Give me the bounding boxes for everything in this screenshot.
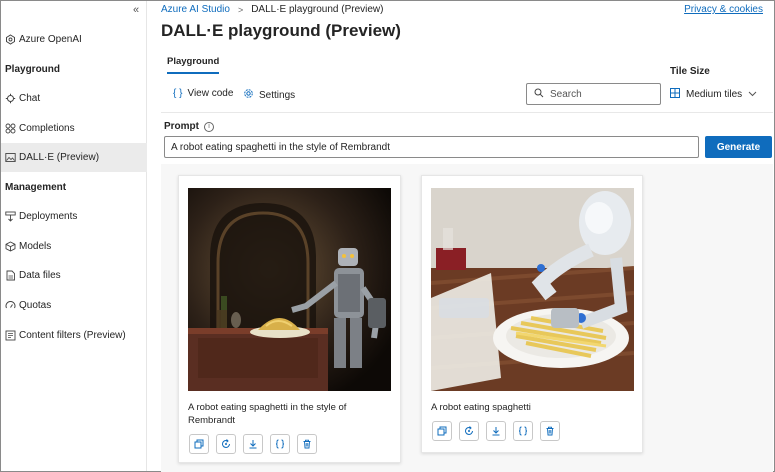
view-code-button[interactable]: { } View code [173,88,233,99]
breadcrumb: Azure AI Studio > DALL·E playground (Pre… [161,4,383,15]
code-icon[interactable] [270,434,290,454]
sidebar-item-completions[interactable]: Completions [1,114,147,143]
sidebar-item-dalle[interactable]: DALL·E (Preview) [1,143,147,172]
sidebar-item-label: Models [19,241,52,252]
code-braces-icon: { } [173,88,183,99]
breadcrumb-current: DALL·E playground (Preview) [251,4,384,15]
tile-size-value: Medium tiles [686,89,743,100]
sidebar-item-models[interactable]: Models [1,232,147,261]
sidebar-section-label: Playground [5,64,61,75]
tile-size-dropdown[interactable]: Medium tiles [670,88,757,101]
deployments-icon [5,211,16,222]
download-icon[interactable] [486,421,506,441]
search-box[interactable] [526,83,661,105]
collapse-sidebar-button[interactable]: « [133,4,139,16]
code-icon[interactable] [513,421,533,441]
search-input[interactable] [550,88,650,100]
azure-openai-icon [5,34,16,45]
card-actions [432,421,567,441]
sidebar-item-label: Deployments [19,211,78,222]
sidebar-section-label: Management [5,182,67,193]
regenerate-icon[interactable] [459,421,479,441]
chat-icon [5,93,16,104]
gear-icon [243,88,254,102]
sidebar-item-deployments[interactable]: Deployments [1,202,147,231]
tile-size-label: Tile Size [670,66,710,77]
quotas-icon [5,300,16,311]
completions-icon [5,123,16,134]
robot-rembrandt-image[interactable] [188,188,391,391]
page-title: DALL·E playground (Preview) [161,21,401,40]
sidebar-item-label: Chat [19,93,41,104]
sidebar-item-content-filters[interactable]: Content filters (Preview) [1,321,147,350]
settings-button[interactable]: Settings [243,88,295,102]
content-filters-icon [5,330,16,341]
sidebar-item-label: Data files [19,270,61,281]
sidebar-section-playground: Playground [1,55,147,84]
sidebar-item-chat[interactable]: Chat [1,84,147,113]
data-files-icon [5,270,16,281]
regenerate-icon[interactable] [216,434,236,454]
sidebar-section-management: Management [1,173,147,202]
robot-spaghetti-image[interactable] [431,188,634,391]
result-card: A robot eating spaghetti [421,175,643,453]
sidebar-item-label: Content filters (Preview) [19,330,126,341]
prompt-label: Prompt i [164,121,214,132]
sidebar-item-label: Azure OpenAI [19,34,82,45]
copy-icon[interactable] [432,421,452,441]
result-caption: A robot eating spaghetti in the style of… [188,402,347,426]
download-icon[interactable] [243,434,263,454]
toolbar-divider [161,112,773,113]
view-code-label: View code [187,88,234,99]
sidebar-item-azure-openai[interactable]: Azure OpenAI [1,25,147,54]
result-card: A robot eating spaghetti in the style of… [178,175,401,463]
chevron-down-icon [748,89,757,100]
card-actions [189,434,324,454]
dalle-icon [5,152,16,163]
info-icon[interactable]: i [204,121,214,132]
sidebar-item-quotas[interactable]: Quotas [1,291,147,320]
search-icon [534,88,544,101]
sidebar-item-label: Completions [19,123,75,134]
privacy-cookies-link[interactable]: Privacy & cookies [684,4,763,15]
breadcrumb-azure-ai-studio[interactable]: Azure AI Studio [161,4,230,15]
sidebar-item-label: Quotas [19,300,52,311]
breadcrumb-separator: > [237,4,244,15]
result-caption: A robot eating spaghetti [431,402,531,413]
models-icon [5,241,16,252]
prompt-label-text: Prompt [164,121,199,132]
copy-icon[interactable] [189,434,209,454]
tab-playground[interactable]: Playground [167,56,220,74]
settings-label: Settings [259,89,296,101]
prompt-input[interactable] [164,136,699,158]
generate-button[interactable]: Generate [705,136,772,158]
sidebar-item-data-files[interactable]: Data files [1,261,147,290]
delete-icon[interactable] [297,434,317,454]
grid-icon [670,88,680,101]
delete-icon[interactable] [540,421,560,441]
sidebar: « Azure OpenAI Playground Chat Completio… [1,1,147,471]
sidebar-item-label: DALL·E (Preview) [19,152,100,163]
